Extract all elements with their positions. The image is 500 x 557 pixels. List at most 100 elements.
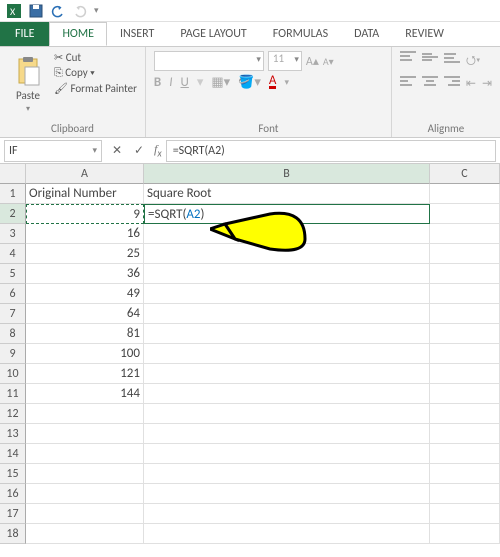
redo-icon[interactable] [72, 3, 88, 19]
row-header[interactable]: 11 [0, 384, 26, 404]
decrease-font-icon[interactable]: A▾ [323, 55, 334, 68]
cell[interactable] [144, 404, 430, 424]
fill-color-icon[interactable]: 🪣▾ [238, 75, 261, 90]
cell[interactable] [144, 264, 430, 284]
cell[interactable] [430, 404, 500, 424]
cell-a2[interactable]: 9 [26, 204, 144, 224]
qat-dropdown-icon[interactable]: ▾ [94, 5, 99, 16]
cell[interactable] [144, 484, 430, 504]
cell[interactable] [144, 424, 430, 444]
cell[interactable] [144, 284, 430, 304]
save-icon[interactable] [28, 3, 44, 19]
cell[interactable] [144, 464, 430, 484]
cell[interactable] [144, 504, 430, 524]
cell[interactable] [430, 204, 500, 224]
select-all-corner[interactable] [0, 164, 26, 184]
cell[interactable] [26, 504, 144, 524]
row-header[interactable]: 17 [0, 504, 26, 524]
decrease-indent-icon[interactable]: ⇤ [466, 76, 476, 91]
col-header-c[interactable]: C [430, 164, 500, 184]
cell[interactable] [430, 244, 500, 264]
align-middle-icon[interactable] [422, 51, 438, 63]
cell[interactable]: 144 [26, 384, 144, 404]
row-header[interactable]: 10 [0, 364, 26, 384]
row-header[interactable]: 7 [0, 304, 26, 324]
cell[interactable] [430, 444, 500, 464]
cell[interactable] [144, 384, 430, 404]
row-header[interactable]: 3 [0, 224, 26, 244]
cell[interactable]: 81 [26, 324, 144, 344]
font-size-combo[interactable]: 11 [268, 51, 302, 71]
cell[interactable]: 121 [26, 364, 144, 384]
cell[interactable] [430, 364, 500, 384]
cell-a1[interactable]: Original Number [26, 184, 144, 204]
cell[interactable] [430, 344, 500, 364]
col-header-a[interactable]: A [26, 164, 144, 184]
cell[interactable] [26, 464, 144, 484]
tab-data[interactable]: DATA [341, 22, 392, 46]
underline-button[interactable]: U [181, 75, 189, 90]
cell[interactable] [430, 524, 500, 544]
align-center-icon[interactable] [422, 76, 438, 88]
bold-button[interactable]: B [154, 75, 161, 90]
row-header[interactable]: 4 [0, 244, 26, 264]
cell-b2-editing[interactable]: =SQRT(A2) [144, 204, 430, 224]
cell[interactable]: 100 [26, 344, 144, 364]
align-top-icon[interactable] [400, 51, 416, 63]
undo-icon[interactable] [50, 3, 66, 19]
paste-button[interactable]: Paste ▾ [8, 51, 48, 120]
cell[interactable] [26, 424, 144, 444]
fx-icon[interactable]: fx [150, 142, 166, 159]
tab-review[interactable]: REVIEW [392, 22, 457, 46]
cell-b1[interactable]: Square Root [144, 184, 430, 204]
tab-page-layout[interactable]: PAGE LAYOUT [167, 22, 259, 46]
cell[interactable] [430, 384, 500, 404]
align-bottom-icon[interactable] [444, 51, 460, 63]
cell[interactable]: 16 [26, 224, 144, 244]
cell[interactable]: 64 [26, 304, 144, 324]
tab-home[interactable]: HOME [49, 22, 107, 46]
font-color-icon[interactable]: A [269, 76, 277, 89]
tab-insert[interactable]: INSERT [107, 22, 167, 46]
enter-formula-icon[interactable]: ✓ [128, 140, 150, 162]
cell[interactable] [26, 484, 144, 504]
row-header[interactable]: 16 [0, 484, 26, 504]
cancel-formula-icon[interactable]: ✕ [106, 140, 128, 162]
copy-button[interactable]: ⎘ Copy ▾ [54, 66, 137, 80]
row-header[interactable]: 14 [0, 444, 26, 464]
italic-button[interactable]: I [169, 75, 172, 90]
tab-formulas[interactable]: FORMULAS [260, 22, 341, 46]
row-header[interactable]: 18 [0, 524, 26, 544]
cell[interactable] [144, 524, 430, 544]
cell[interactable] [430, 184, 500, 204]
cell[interactable]: 36 [26, 264, 144, 284]
cell[interactable] [144, 224, 430, 244]
cell[interactable] [430, 504, 500, 524]
cell[interactable] [144, 344, 430, 364]
cell[interactable] [144, 364, 430, 384]
row-header[interactable]: 13 [0, 424, 26, 444]
cell[interactable] [430, 224, 500, 244]
cell[interactable] [26, 444, 144, 464]
cell[interactable] [26, 404, 144, 424]
cell[interactable] [430, 264, 500, 284]
cell[interactable]: 49 [26, 284, 144, 304]
cell[interactable] [144, 324, 430, 344]
cell[interactable] [144, 304, 430, 324]
row-header[interactable]: 5 [0, 264, 26, 284]
align-left-icon[interactable] [400, 76, 416, 88]
row-header[interactable]: 1 [0, 184, 26, 204]
col-header-b[interactable]: B [144, 164, 430, 184]
cell[interactable]: 25 [26, 244, 144, 264]
cell[interactable] [430, 424, 500, 444]
cell[interactable] [26, 524, 144, 544]
cut-button[interactable]: ✂ Cut [54, 51, 137, 64]
border-icon[interactable]: ▦▾ [211, 75, 230, 90]
cell[interactable] [144, 244, 430, 264]
row-header[interactable]: 9 [0, 344, 26, 364]
tab-file[interactable]: FILE [0, 22, 49, 46]
cell[interactable] [430, 284, 500, 304]
cell[interactable] [430, 464, 500, 484]
orientation-icon[interactable]: ⭯▾ [466, 51, 481, 72]
row-header[interactable]: 12 [0, 404, 26, 424]
